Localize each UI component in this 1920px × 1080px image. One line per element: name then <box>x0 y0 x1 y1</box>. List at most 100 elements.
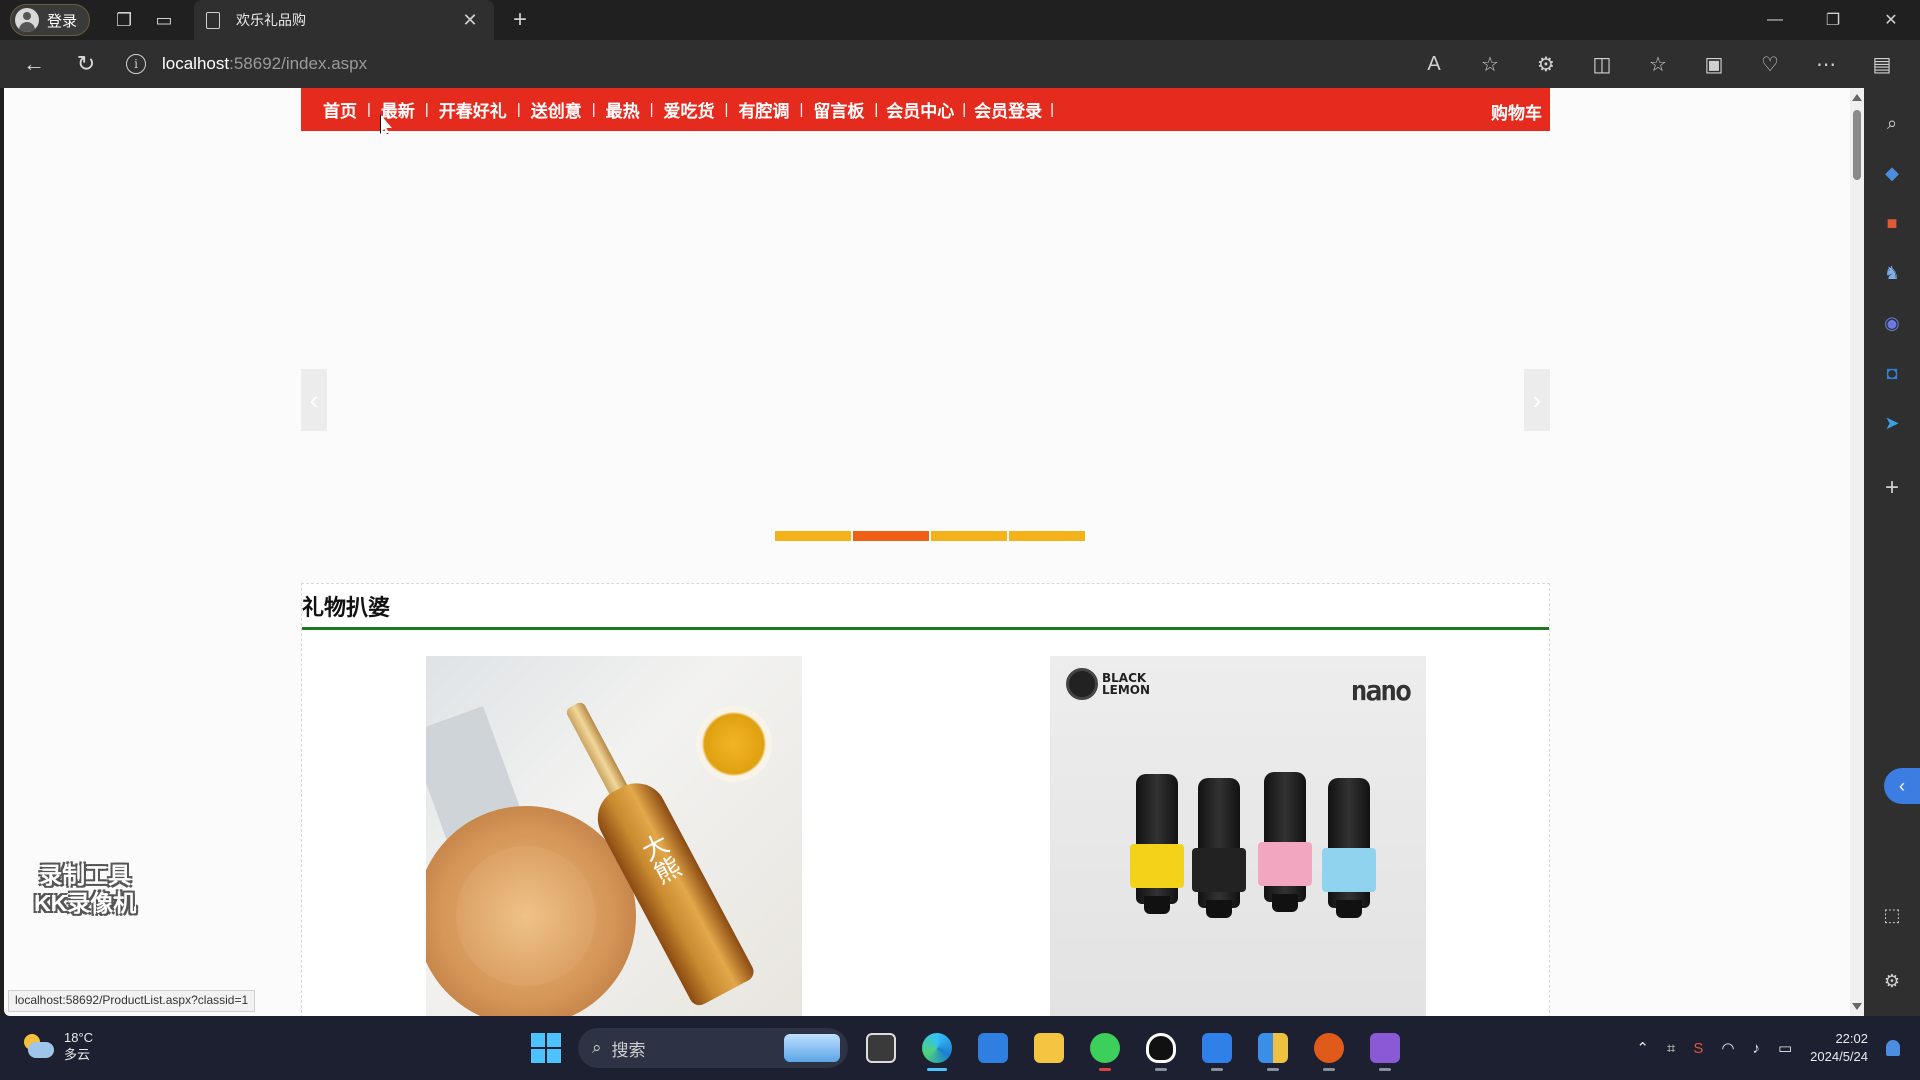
nav-item-newest[interactable]: 最新 <box>371 97 425 122</box>
carousel-indicators <box>775 531 1085 541</box>
carousel-next-button[interactable]: › <box>1524 369 1550 431</box>
games-icon[interactable]: ♞ <box>1876 257 1908 289</box>
clock-date: 2024/5/24 <box>1810 1049 1868 1064</box>
folder-icon[interactable] <box>1026 1025 1072 1071</box>
todo-icon[interactable] <box>1194 1025 1240 1071</box>
carousel-prev-button[interactable]: ‹ <box>301 369 327 431</box>
carousel-dot[interactable] <box>931 531 1007 541</box>
scroll-thumb[interactable] <box>1853 110 1861 180</box>
product-image-liquor[interactable]: 大熊 <box>426 656 802 1016</box>
profile-button[interactable]: 登录 <box>10 4 91 36</box>
nav-item-home[interactable]: 首页 <box>313 97 367 122</box>
input-method-icon[interactable]: ⌗ <box>1667 1040 1675 1057</box>
volume-icon[interactable]: ♪ <box>1752 1040 1760 1057</box>
chevron-up-icon[interactable]: ⌃ <box>1636 1039 1649 1057</box>
shopping-tag-icon[interactable]: ◆ <box>1876 157 1908 189</box>
nav-divider: | <box>1050 101 1055 118</box>
copilot-icon[interactable]: ◉ <box>1876 307 1908 339</box>
edge-icon[interactable] <box>914 1025 960 1071</box>
umbrella-pink <box>1258 772 1312 912</box>
system-tray: ⌃ ⌗ S ◠ ♪ ▭ 22:02 2024/5/24 <box>1636 1024 1900 1072</box>
archive-icon[interactable] <box>1250 1025 1296 1071</box>
split-screen-icon[interactable]: ◫ <box>1580 46 1624 82</box>
file-explorer-dark-icon[interactable] <box>858 1025 904 1071</box>
url-field[interactable]: i localhost:58692/index.aspx <box>126 46 1386 82</box>
scroll-down-arrow-icon[interactable] <box>1852 1003 1862 1010</box>
carousel-dot[interactable] <box>775 531 851 541</box>
search-icon[interactable]: ⌕ <box>1876 107 1908 139</box>
carousel-dot-active[interactable] <box>853 531 929 541</box>
tools-icon[interactable]: ■ <box>1876 207 1908 239</box>
browser-essentials-icon[interactable]: ♡ <box>1748 46 1792 82</box>
clock[interactable]: 22:02 2024/5/24 <box>1810 1030 1868 1066</box>
nav-item-member-center[interactable]: 会员中心 <box>878 97 962 122</box>
scroll-up-arrow-icon[interactable] <box>1852 94 1862 101</box>
weather-widget[interactable]: 18°C 多云 <box>20 1030 93 1064</box>
profile-label: 登录 <box>47 12 78 30</box>
nav-item-creative[interactable]: 送创意 <box>521 97 592 122</box>
minimize-icon[interactable]: — <box>1746 0 1804 40</box>
close-icon[interactable]: ✕ <box>1862 0 1920 40</box>
back-icon[interactable]: ← <box>12 46 56 82</box>
nav-item-hottest[interactable]: 最热 <box>596 97 650 122</box>
nav-item-message-board[interactable]: 留言板 <box>803 97 874 122</box>
game-icon[interactable] <box>1306 1025 1352 1071</box>
partly-cloudy-icon <box>20 1032 54 1062</box>
outlook-icon[interactable]: ◘ <box>1876 357 1908 389</box>
address-bar: ← ↻ i localhost:58692/index.aspx A ☆ ⚙ ◫… <box>0 40 1920 88</box>
favorites-icon[interactable]: ☆ <box>1636 46 1680 82</box>
nav-item-cart[interactable]: 购物车 <box>1491 99 1542 124</box>
more-icon[interactable]: ⋯ <box>1804 46 1848 82</box>
window-controls: — ❐ ✕ <box>1746 0 1920 40</box>
read-aloud-icon[interactable]: A <box>1412 46 1456 82</box>
carousel-dot[interactable] <box>1009 531 1085 541</box>
collections-icon[interactable]: ▣ <box>1692 46 1736 82</box>
nav-item-spring-gifts[interactable]: 开春好礼 <box>429 97 517 122</box>
visual-studio-icon[interactable] <box>1362 1025 1408 1071</box>
restore-icon[interactable]: ❐ <box>1804 0 1862 40</box>
site-nav-bar: 首页 | 最新 | 开春好礼 | 送创意 | 最热 | 爱吃货 | 有腔调 | 留言板 | 会员… <box>301 88 1550 131</box>
nav-item-member-login[interactable]: 会员登录 <box>966 97 1050 122</box>
nav-item-style[interactable]: 有腔调 <box>728 97 799 122</box>
search-icon: ⌕ <box>592 1038 602 1057</box>
start-windows-icon[interactable] <box>524 1026 568 1070</box>
glass-graphic <box>696 706 772 782</box>
gift-section: 礼物扒婆 大熊 BLACK LEMON nano <box>301 583 1550 1016</box>
send-icon[interactable]: ➤ <box>1876 407 1908 439</box>
page-icon <box>206 11 221 29</box>
taskbar-search[interactable]: ⌕ 搜索 <box>578 1028 848 1068</box>
sogou-icon[interactable]: S <box>1693 1040 1703 1057</box>
qq-icon[interactable] <box>1138 1025 1184 1071</box>
new-tab-button[interactable]: + <box>502 4 538 36</box>
sidebar-bottom: ⬚ ⚙ <box>1864 890 1920 1016</box>
product-image-umbrella[interactable]: BLACK LEMON nano <box>1050 656 1426 1016</box>
page-scrollbar[interactable] <box>1850 88 1864 1016</box>
site-info-icon[interactable]: i <box>126 54 146 74</box>
carousel: ‹ › <box>301 131 1550 541</box>
workspaces-icon[interactable]: ❐ <box>104 4 144 36</box>
tab-actions-icon[interactable]: ▭ <box>144 4 184 36</box>
favorite-star-icon[interactable]: ☆ <box>1468 46 1512 82</box>
sidebar-toggle-icon[interactable]: ▤ <box>1860 46 1904 82</box>
recorder-watermark: 录制工具 KK录像机 <box>34 862 136 917</box>
battery-icon[interactable]: ▭ <box>1778 1039 1792 1057</box>
add-app-icon[interactable]: + <box>1876 472 1908 504</box>
page-viewport: 首页 | 最新 | 开春好礼 | 送创意 | 最热 | 爱吃货 | 有腔调 | 留言板 | 会员… <box>4 88 1864 1016</box>
wifi-icon[interactable]: ◠ <box>1721 1039 1734 1057</box>
nav-item-foodie[interactable]: 爱吃货 <box>654 97 725 122</box>
avatar-icon <box>15 8 39 32</box>
tab-active[interactable]: 欢乐礼品购 ✕ <box>194 0 495 40</box>
wechat-icon[interactable] <box>1082 1025 1128 1071</box>
weather-temp: 18°C <box>64 1030 94 1045</box>
collapse-chevron-icon[interactable]: ‹ <box>1884 768 1920 804</box>
screenshot-icon[interactable]: ⬚ <box>1876 899 1908 931</box>
mail-icon[interactable] <box>970 1025 1016 1071</box>
section-title: 礼物扒婆 <box>302 584 1549 630</box>
notification-bell-icon[interactable] <box>1886 1040 1900 1056</box>
taskbar-apps: ⌕ 搜索 <box>524 1024 1408 1072</box>
extensions-icon[interactable]: ⚙ <box>1524 46 1568 82</box>
settings-gear-icon[interactable]: ⚙ <box>1876 965 1908 997</box>
brand-text-line2: LEMON <box>1102 683 1151 697</box>
tab-close-icon[interactable]: ✕ <box>458 8 482 32</box>
refresh-icon[interactable]: ↻ <box>64 46 108 82</box>
